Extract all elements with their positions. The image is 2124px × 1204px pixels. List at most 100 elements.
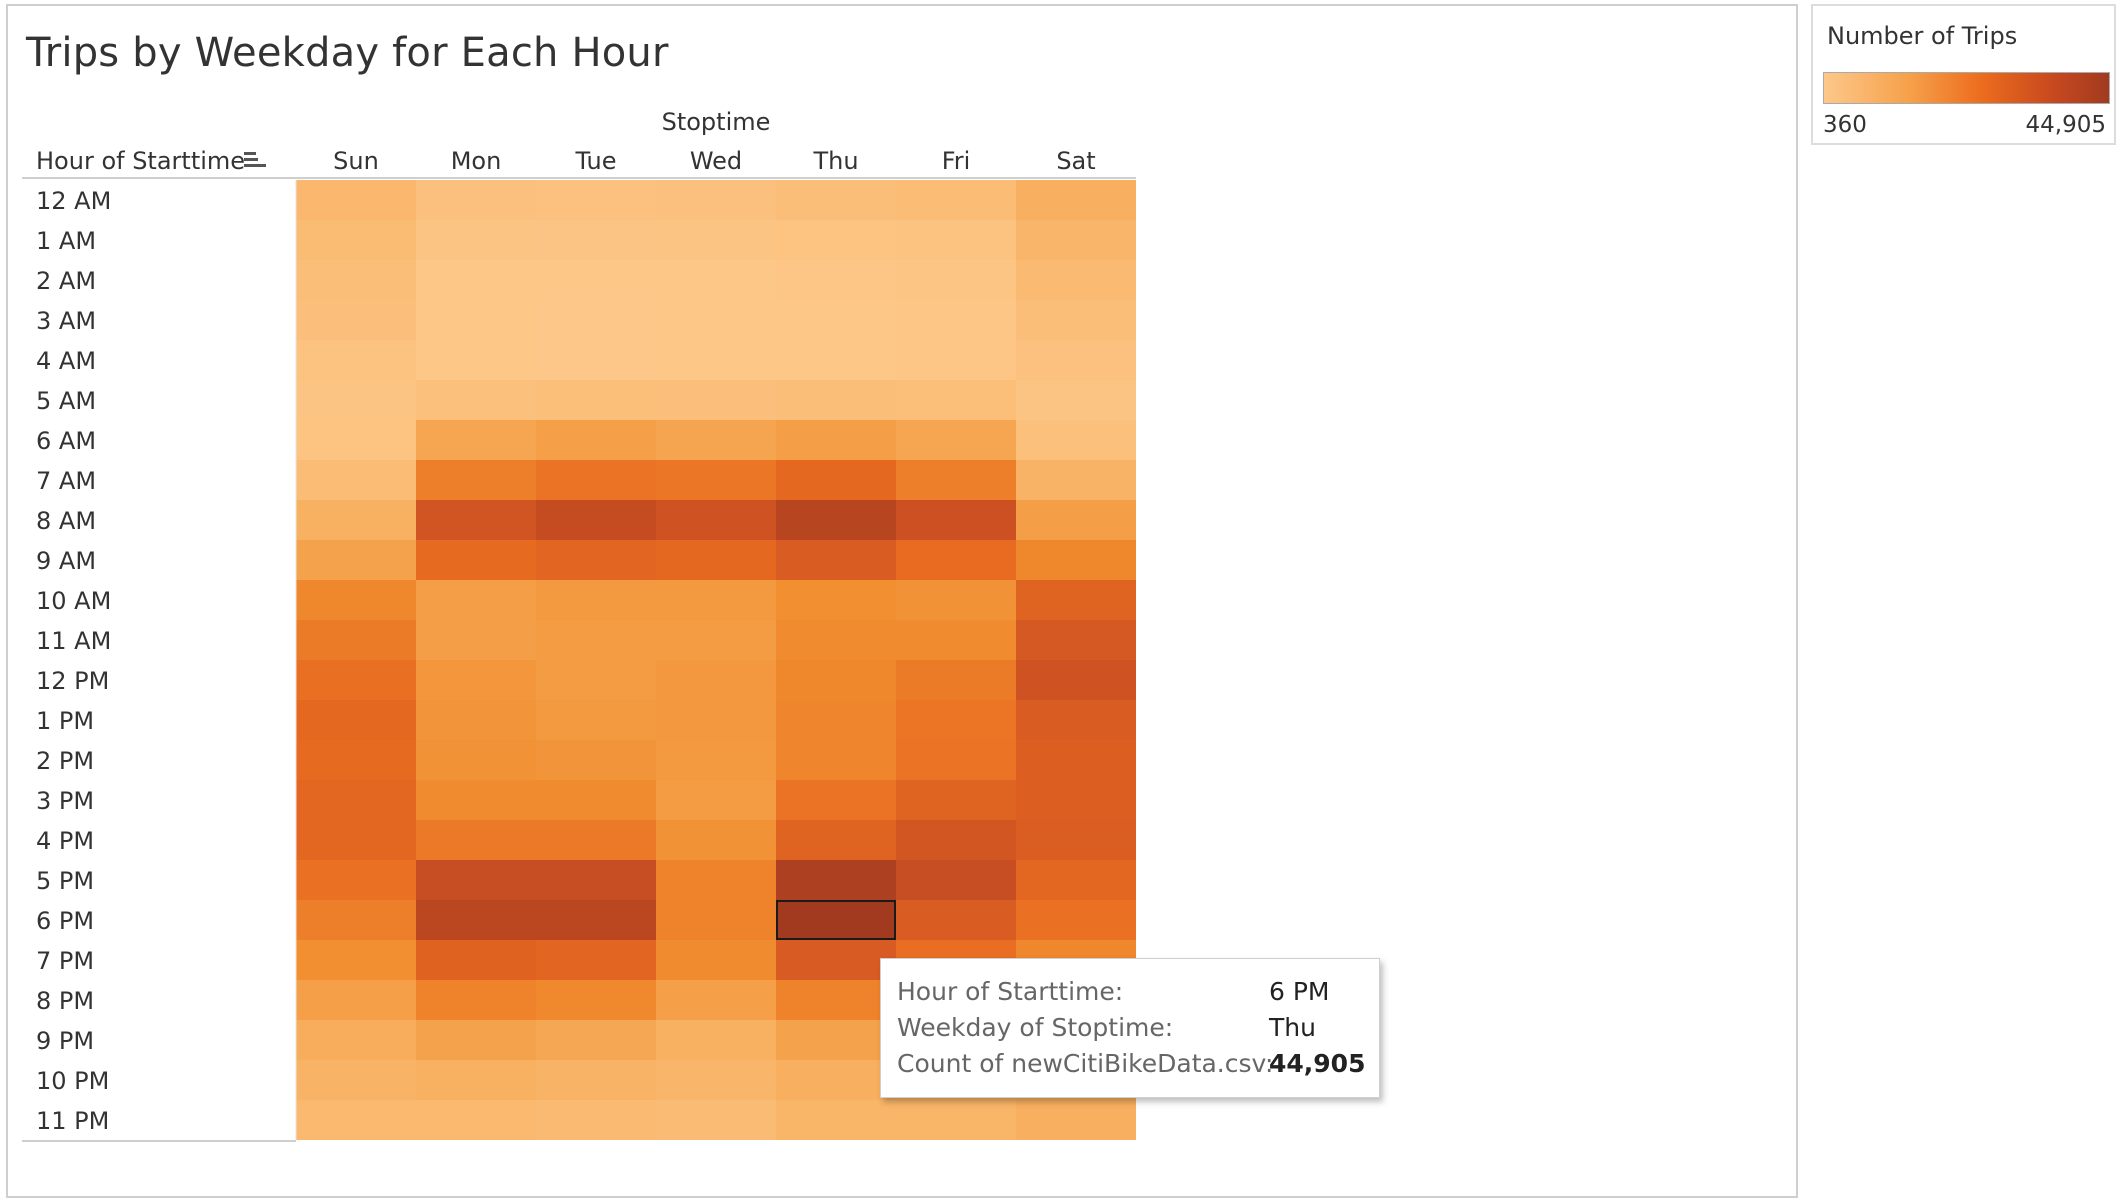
- heatmap-cell[interactable]: [536, 740, 656, 780]
- heatmap-cell[interactable]: [896, 180, 1016, 220]
- heatmap-cell[interactable]: [896, 1100, 1016, 1140]
- heatmap-cell[interactable]: [416, 1060, 536, 1100]
- heatmap-cell[interactable]: [536, 460, 656, 500]
- heatmap-cell[interactable]: [416, 260, 536, 300]
- heatmap-cell[interactable]: [416, 1020, 536, 1060]
- heatmap-cell[interactable]: [416, 540, 536, 580]
- heatmap-cell[interactable]: [776, 300, 896, 340]
- heatmap-cell[interactable]: [296, 1100, 416, 1140]
- heatmap-cell[interactable]: [776, 780, 896, 820]
- heatmap-cell[interactable]: [656, 260, 776, 300]
- heatmap-cell[interactable]: [776, 660, 896, 700]
- heatmap-cell[interactable]: [1016, 300, 1136, 340]
- heatmap-cell[interactable]: [416, 180, 536, 220]
- heatmap-cell[interactable]: [416, 580, 536, 620]
- heatmap-cell[interactable]: [1016, 180, 1136, 220]
- heatmap-cell[interactable]: [536, 540, 656, 580]
- heatmap-cell[interactable]: [536, 700, 656, 740]
- heatmap-cell[interactable]: [296, 940, 416, 980]
- heatmap-cell[interactable]: [296, 340, 416, 380]
- heatmap-cell[interactable]: [296, 500, 416, 540]
- heatmap-cell[interactable]: [776, 260, 896, 300]
- heatmap-cell[interactable]: [896, 860, 1016, 900]
- heatmap-cell[interactable]: [536, 380, 656, 420]
- heatmap-cell[interactable]: [776, 420, 896, 460]
- heatmap-cell[interactable]: [776, 740, 896, 780]
- heatmap-cell[interactable]: [1016, 820, 1136, 860]
- heatmap-cell[interactable]: [1016, 580, 1136, 620]
- heatmap-cell[interactable]: [296, 380, 416, 420]
- heatmap-cell[interactable]: [1016, 1100, 1136, 1140]
- heatmap-cell[interactable]: [656, 860, 776, 900]
- heatmap-cell[interactable]: [536, 620, 656, 660]
- heatmap-cell[interactable]: [656, 900, 776, 940]
- heatmap-cell[interactable]: [416, 940, 536, 980]
- heatmap-cell[interactable]: [656, 1100, 776, 1140]
- heatmap-cell[interactable]: [656, 300, 776, 340]
- heatmap-cell[interactable]: [1016, 540, 1136, 580]
- heatmap-cell[interactable]: [536, 300, 656, 340]
- sort-icon[interactable]: [244, 152, 266, 167]
- heatmap-cell[interactable]: [296, 820, 416, 860]
- heatmap-cell[interactable]: [416, 220, 536, 260]
- heatmap-cell[interactable]: [536, 860, 656, 900]
- heatmap-cell[interactable]: [296, 740, 416, 780]
- heatmap-cell[interactable]: [416, 420, 536, 460]
- heatmap-cell[interactable]: [1016, 660, 1136, 700]
- heatmap-cell[interactable]: [296, 580, 416, 620]
- heatmap-cell[interactable]: [776, 540, 896, 580]
- heatmap-cell[interactable]: [656, 380, 776, 420]
- heatmap-cell[interactable]: [656, 980, 776, 1020]
- heatmap-cell[interactable]: [656, 340, 776, 380]
- heatmap-cell[interactable]: [536, 660, 656, 700]
- heatmap-cell[interactable]: [416, 900, 536, 940]
- heatmap-cell[interactable]: [416, 340, 536, 380]
- heatmap-cell[interactable]: [1016, 780, 1136, 820]
- legend-color-ramp[interactable]: [1823, 72, 2110, 104]
- heatmap-cell[interactable]: [776, 1060, 896, 1100]
- heatmap-cell[interactable]: [536, 900, 656, 940]
- heatmap-cell[interactable]: [656, 420, 776, 460]
- heatmap-cell[interactable]: [536, 500, 656, 540]
- heatmap-cell[interactable]: [1016, 700, 1136, 740]
- heatmap-cell[interactable]: [536, 180, 656, 220]
- heatmap-cell[interactable]: [536, 820, 656, 860]
- heatmap-cell[interactable]: [296, 300, 416, 340]
- heatmap-cell[interactable]: [1016, 500, 1136, 540]
- heatmap-cell[interactable]: [416, 1100, 536, 1140]
- heatmap-cell[interactable]: [896, 260, 1016, 300]
- heatmap-cell[interactable]: [776, 620, 896, 660]
- heatmap-cell[interactable]: [776, 220, 896, 260]
- heatmap-cell[interactable]: [896, 580, 1016, 620]
- heatmap-cell[interactable]: [656, 220, 776, 260]
- heatmap-cell[interactable]: [296, 620, 416, 660]
- heatmap-cell[interactable]: [656, 500, 776, 540]
- heatmap-cell[interactable]: [776, 1100, 896, 1140]
- heatmap-cell[interactable]: [536, 220, 656, 260]
- heatmap-cell[interactable]: [416, 460, 536, 500]
- heatmap-cell[interactable]: [896, 500, 1016, 540]
- heatmap-cell[interactable]: [896, 380, 1016, 420]
- heatmap-cell[interactable]: [536, 940, 656, 980]
- heatmap-cell[interactable]: [776, 500, 896, 540]
- heatmap-cell[interactable]: [296, 180, 416, 220]
- heatmap-cell[interactable]: [896, 220, 1016, 260]
- heatmap-cell[interactable]: [416, 500, 536, 540]
- heatmap-cell[interactable]: [776, 1020, 896, 1060]
- heatmap-cell[interactable]: [776, 340, 896, 380]
- heatmap-cell[interactable]: [416, 820, 536, 860]
- heatmap-cell[interactable]: [656, 540, 776, 580]
- heatmap-cell[interactable]: [896, 820, 1016, 860]
- heatmap-cell[interactable]: [536, 420, 656, 460]
- heatmap-cell[interactable]: [296, 460, 416, 500]
- heatmap-cell[interactable]: [1016, 860, 1136, 900]
- heatmap-cell[interactable]: [416, 740, 536, 780]
- heatmap-cell[interactable]: [1016, 900, 1136, 940]
- heatmap-cell[interactable]: [296, 260, 416, 300]
- heatmap-cell[interactable]: [656, 1020, 776, 1060]
- heatmap-cell[interactable]: [536, 1020, 656, 1060]
- heatmap-cell[interactable]: [656, 660, 776, 700]
- heatmap-cell[interactable]: [656, 780, 776, 820]
- heatmap-cell[interactable]: [296, 420, 416, 460]
- heatmap-cell[interactable]: [776, 980, 896, 1020]
